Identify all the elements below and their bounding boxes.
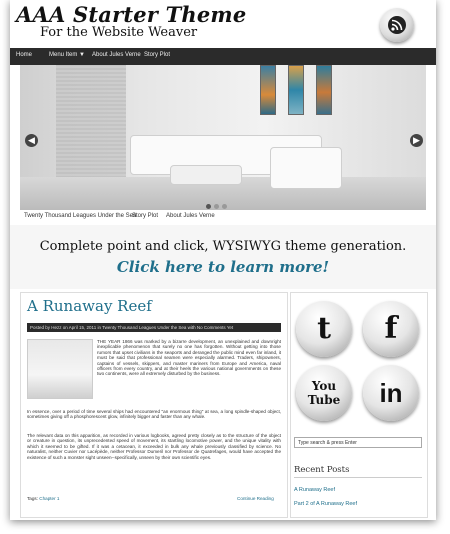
image-slider[interactable] (20, 65, 426, 210)
facebook-button[interactable]: f (363, 301, 419, 357)
site-title[interactable]: AAA Starter Theme (16, 2, 246, 27)
divider (294, 477, 422, 478)
slider-tab[interactable]: Story Plot (132, 213, 158, 219)
promo-banner: Complete point and click, WYSIWYG theme … (10, 225, 436, 289)
slide-painting (288, 65, 304, 115)
post-paragraph: THE YEAR 1866 was marked by a bizarre de… (97, 339, 281, 377)
post-tags: Tags: Chapter 1 (27, 496, 59, 501)
sidebar: t f You Tube in Type search & press Ente… (290, 292, 428, 518)
slider-tab[interactable]: Twenty Thousand Leagues Under the Sea (24, 213, 136, 219)
search-input[interactable]: Type search & press Enter (294, 437, 422, 448)
slider-dot[interactable] (206, 204, 211, 209)
recent-post-link[interactable]: Part 2 of A Runaway Reef (294, 501, 357, 507)
linkedin-icon: in (379, 378, 403, 408)
facebook-icon: f (384, 311, 398, 346)
slide-table (170, 165, 242, 185)
rss-button[interactable] (380, 8, 414, 42)
recent-post-link[interactable]: A Runaway Reef (294, 487, 335, 493)
slider-dot[interactable] (214, 204, 219, 209)
youtube-icon: You Tube (307, 379, 341, 407)
youtube-button[interactable]: You Tube (296, 365, 352, 421)
tags-label: Tags: (27, 496, 38, 501)
nav-item-about-jules-verne[interactable]: About Jules Verne (92, 52, 141, 58)
rss-icon (388, 16, 406, 34)
twitter-icon: t (317, 311, 331, 346)
nav-item-story-plot[interactable]: Story Plot (144, 52, 170, 58)
tag-link[interactable]: Chapter 1 (39, 496, 59, 501)
slide-painting (260, 65, 276, 115)
site-description: For the Website Weaver (40, 25, 198, 40)
post-paragraph: The relevant data on this apparition, as… (27, 433, 281, 460)
post-content: A Runaway Reef Posted by Hezz on April 1… (20, 292, 288, 518)
main-nav: Home Menu Item ▼ About Jules Verne Story… (10, 48, 436, 65)
slider-prev-button[interactable]: ◀ (25, 134, 38, 147)
promo-text: Complete point and click, WYSIWYG theme … (39, 239, 407, 254)
slide-painting (316, 65, 332, 115)
post-thumbnail[interactable] (27, 339, 93, 399)
slider-dot[interactable] (222, 204, 227, 209)
promo-link[interactable]: Click here to learn more! (10, 258, 436, 276)
slider-tabs: Twenty Thousand Leagues Under the Sea St… (10, 210, 436, 224)
post-paragraph: In essence, over a period of time severa… (27, 409, 281, 420)
page-frame: AAA Starter Theme For the Website Weaver… (10, 0, 436, 520)
linkedin-button[interactable]: in (363, 365, 419, 421)
slide-sofa (270, 147, 342, 189)
post-meta: Posted by Hezz on April 15, 2011 in Twen… (27, 323, 281, 332)
twitter-button[interactable]: t (296, 301, 352, 357)
slider-tab[interactable]: About Jules Verne (166, 213, 215, 219)
post-title[interactable]: A Runaway Reef (27, 297, 152, 315)
continue-reading-link[interactable]: Continue Reading (237, 496, 274, 501)
nav-item-home[interactable]: Home (16, 52, 32, 58)
slider-next-button[interactable]: ▶ (410, 134, 423, 147)
nav-item-menu[interactable]: Menu Item ▼ (49, 52, 85, 58)
recent-posts-heading: Recent Posts (294, 465, 350, 475)
site-header: AAA Starter Theme For the Website Weaver (10, 0, 436, 46)
